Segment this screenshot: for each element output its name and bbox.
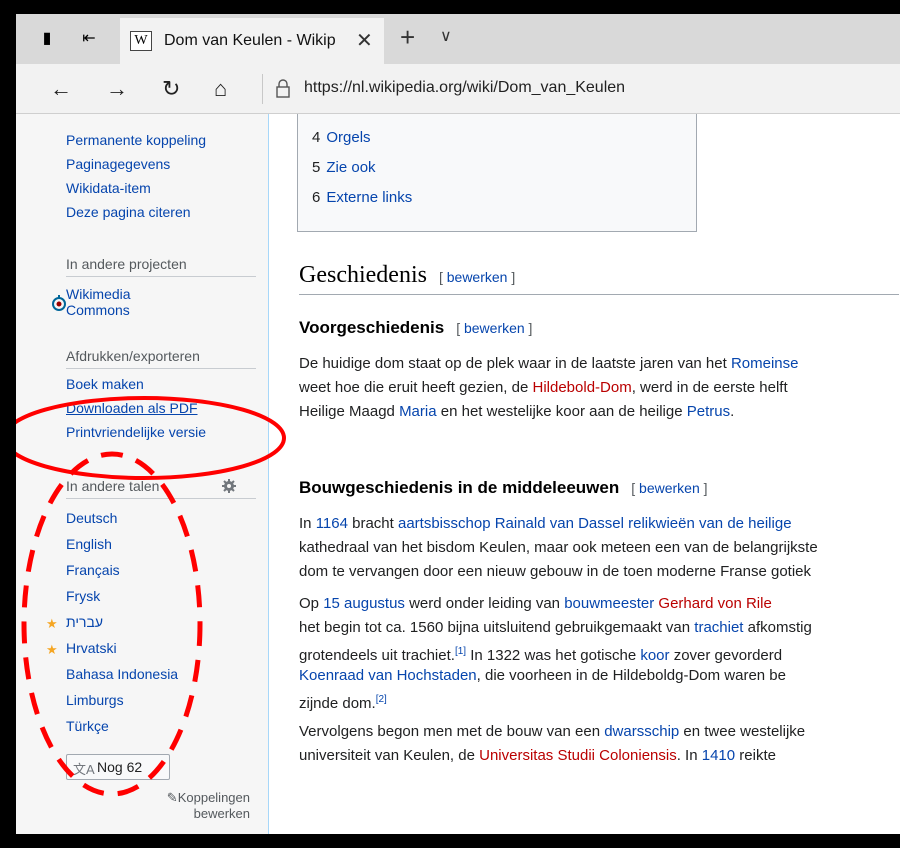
heading-divider	[299, 294, 899, 295]
home-icon[interactable]: ⌂	[214, 76, 227, 102]
toc-label: Externe links	[326, 189, 413, 206]
heading-text: Geschiedenis	[299, 262, 427, 288]
lang-deutsch[interactable]: Deutsch	[66, 510, 117, 526]
address-divider	[262, 74, 263, 104]
subheading-voorgeschiedenis: Voorgeschiedenis [ bewerken ]	[299, 318, 532, 338]
sidebar-page-info[interactable]: Paginagegevens	[66, 156, 170, 172]
toc-label: Zie ook	[326, 159, 376, 176]
gear-icon[interactable]	[222, 479, 236, 493]
more-languages-label: Nog 62	[97, 759, 143, 775]
edit-label[interactable]: bewerken	[639, 480, 700, 496]
commons-line-1: Wikimedia	[66, 286, 131, 302]
star-icon: ★	[46, 642, 58, 657]
paragraph: De huidige dom staat op de plek waar in …	[299, 355, 799, 420]
pencil-icon: ✎	[166, 790, 178, 805]
section-heading-geschiedenis: Geschiedenis [ bewerken ]	[299, 262, 515, 289]
paragraph: Op 15 augustus werd onder leiding van bo…	[299, 595, 812, 712]
table-of-contents: 4 Orgels 5 Zie ook 6 Externe links	[297, 114, 697, 232]
sidebar-permalink[interactable]: Permanente koppeling	[66, 132, 206, 148]
close-icon[interactable]: ✕	[356, 28, 373, 53]
edit-links-link[interactable]: ✎Koppelingen bewerken	[126, 790, 250, 822]
tab-bar: ▮ ⇤ W Dom van Keulen - Wikip ✕ + ∨	[16, 14, 900, 64]
sidebar-download-pdf[interactable]: Downloaden als PDF	[66, 400, 198, 416]
toc-num: 4	[312, 129, 321, 146]
refresh-icon[interactable]: ↻	[162, 76, 180, 102]
edit-section-link[interactable]: [ bewerken ]	[439, 269, 515, 285]
heading-text: Bouwgeschiedenis in de middeleeuwen	[299, 478, 620, 497]
subheading-bouwgeschiedenis: Bouwgeschiedenis in de middeleeuwen [ bew…	[299, 478, 708, 498]
commons-line-2: Commons	[66, 302, 130, 318]
paragraph: In 1164 bracht aartsbisschop Rainald van…	[299, 515, 818, 580]
lang-hebrew[interactable]: עברית	[66, 614, 103, 630]
tab-title: Dom van Keulen - Wikip	[164, 32, 336, 49]
sidebar: Permanente koppeling Paginagegevens Wiki…	[16, 114, 268, 834]
star-icon: ★	[46, 616, 58, 631]
browser-window: ▮ ⇤ W Dom van Keulen - Wikip ✕ + ∨ ← → ↻…	[16, 14, 900, 834]
new-tab-button[interactable]: +	[400, 22, 415, 53]
toc-item[interactable]: 6 Externe links	[312, 189, 412, 206]
translate-icon: 文A	[73, 762, 95, 777]
edit-label[interactable]: bewerken	[447, 269, 508, 285]
set-aside-tabs-icon[interactable]: ⇤	[80, 30, 98, 48]
sidebar-cite-page[interactable]: Deze pagina citeren	[66, 204, 191, 220]
edit-links-line-1: Koppelingen	[177, 790, 250, 805]
address-toolbar: ← → ↻ ⌂ https://nl.wikipedia.org/wiki/Do…	[16, 64, 900, 114]
sidebar-book-create[interactable]: Boek maken	[66, 376, 144, 392]
lang-limburgs[interactable]: Limburgs	[66, 692, 124, 708]
sidebar-printable-version[interactable]: Printvriendelijke versie	[66, 424, 206, 440]
heading-text: Voorgeschiedenis	[299, 318, 445, 337]
lang-indonesia[interactable]: Bahasa Indonesia	[66, 666, 178, 682]
article-content: 4 Orgels 5 Zie ook 6 Externe links Geschied…	[268, 114, 900, 834]
toc-num: 5	[312, 159, 321, 176]
lock-icon	[276, 79, 290, 98]
toc-label: Orgels	[326, 129, 371, 146]
chevron-down-icon[interactable]: ∨	[440, 26, 452, 46]
toc-item[interactable]: 4 Orgels	[312, 129, 371, 146]
toc-num: 6	[312, 189, 321, 206]
projects-header: In andere projecten	[66, 256, 187, 272]
edit-section-link[interactable]: [ bewerken ]	[631, 480, 707, 496]
divider	[66, 368, 256, 369]
divider	[66, 276, 256, 277]
lang-turkce[interactable]: Türkçe	[66, 718, 109, 734]
tab-actions-icon[interactable]: ▮	[38, 30, 56, 48]
divider	[66, 498, 256, 499]
sidebar-commons-link[interactable]: Wikimedia Commons	[66, 286, 131, 318]
more-languages-button[interactable]: 文A Nog 62	[66, 754, 170, 780]
active-tab[interactable]: W Dom van Keulen - Wikip ✕	[120, 18, 384, 64]
lang-hrvatski[interactable]: Hrvatski	[66, 640, 117, 656]
edit-section-link[interactable]: [ bewerken ]	[456, 320, 532, 336]
toc-item[interactable]: 5 Zie ook	[312, 159, 376, 176]
back-arrow-icon[interactable]: ←	[50, 76, 72, 102]
url-field[interactable]: https://nl.wikipedia.org/wiki/Dom_van_Ke…	[304, 79, 625, 97]
lang-francais[interactable]: Français	[66, 562, 120, 578]
lang-frysk[interactable]: Frysk	[66, 588, 100, 604]
paragraph: Vervolgens begon men met de bouw van een…	[299, 723, 806, 764]
edit-links-line-2: bewerken	[193, 806, 250, 821]
print-header: Afdrukken/exporteren	[66, 348, 200, 364]
lang-english[interactable]: English	[66, 536, 112, 552]
edit-label[interactable]: bewerken	[464, 320, 525, 336]
sidebar-wikidata-item[interactable]: Wikidata-item	[66, 180, 151, 196]
wikipedia-favicon-icon: W	[130, 31, 152, 51]
languages-header: In andere talen	[66, 478, 160, 494]
forward-arrow-icon[interactable]: →	[106, 76, 128, 102]
